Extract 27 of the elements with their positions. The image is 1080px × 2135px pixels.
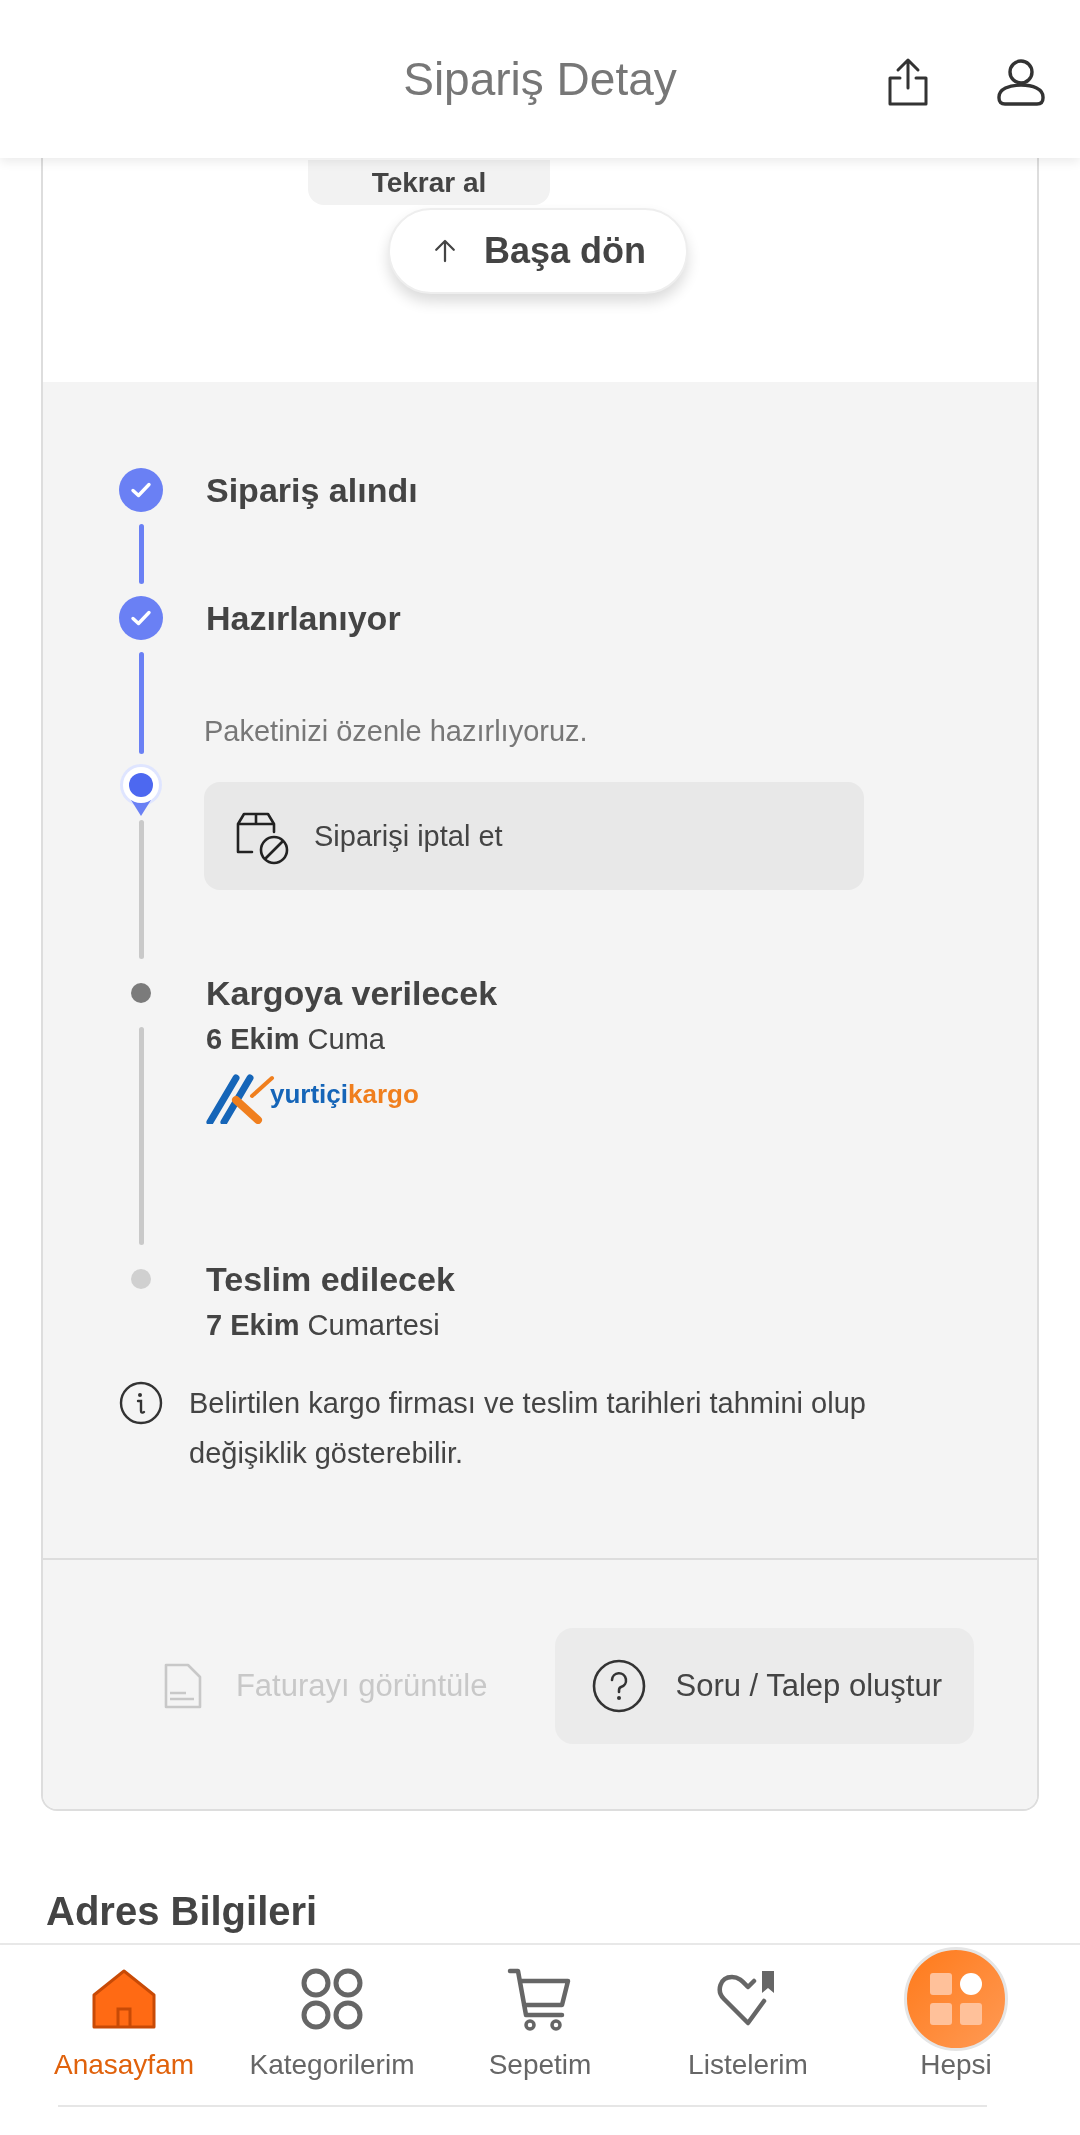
check-circle-icon xyxy=(119,468,163,512)
step-note: Paketinizi özenle hazırlıyoruz. xyxy=(204,714,589,749)
step-dot-icon xyxy=(131,983,151,1003)
reorder-button[interactable]: Tekrar al xyxy=(308,160,550,205)
nav-tab[interactable]: Listelerim xyxy=(644,1945,852,2105)
nav-tab[interactable]: Kategorilerim xyxy=(228,1945,436,2105)
nav-tab[interactable]: Anasayfam xyxy=(20,1945,228,2105)
step-date: 7 Ekim Cumartesi xyxy=(206,1308,441,1343)
step-date: 6 Ekim Cuma xyxy=(206,1022,386,1057)
nav-tab[interactable]: Sepetim xyxy=(436,1945,644,2105)
help-icon xyxy=(591,1657,648,1714)
step-title: Sipariş alındı xyxy=(206,470,419,511)
step-dot-icon xyxy=(131,1269,151,1289)
carrier-name: yurtiçikargo xyxy=(270,1078,419,1110)
cancel-order-button[interactable]: Siparişi iptal et xyxy=(204,782,864,890)
user-icon[interactable] xyxy=(995,57,1047,107)
section-heading: Adres Bilgileri xyxy=(46,1889,319,1934)
step-title: Kargoya verilecek xyxy=(206,973,499,1014)
back-to-top-button[interactable]: Başa dön xyxy=(388,208,689,294)
page-title: Sipariş Detay xyxy=(402,52,678,106)
info-text: Belirtilen kargo firması ve teslim tarihleri tahmini olup değişiklik gösterebilir. xyxy=(189,1386,867,1471)
create-request-button[interactable]: Soru / Talep oluştur xyxy=(555,1627,974,1744)
nav-tab[interactable]: Hepsi xyxy=(852,1945,1060,2105)
step-title: Teslim edilecek xyxy=(206,1259,456,1300)
step-title: Hazırlanıyor xyxy=(206,598,402,639)
info-icon xyxy=(119,1381,163,1425)
check-circle-icon xyxy=(119,596,163,640)
